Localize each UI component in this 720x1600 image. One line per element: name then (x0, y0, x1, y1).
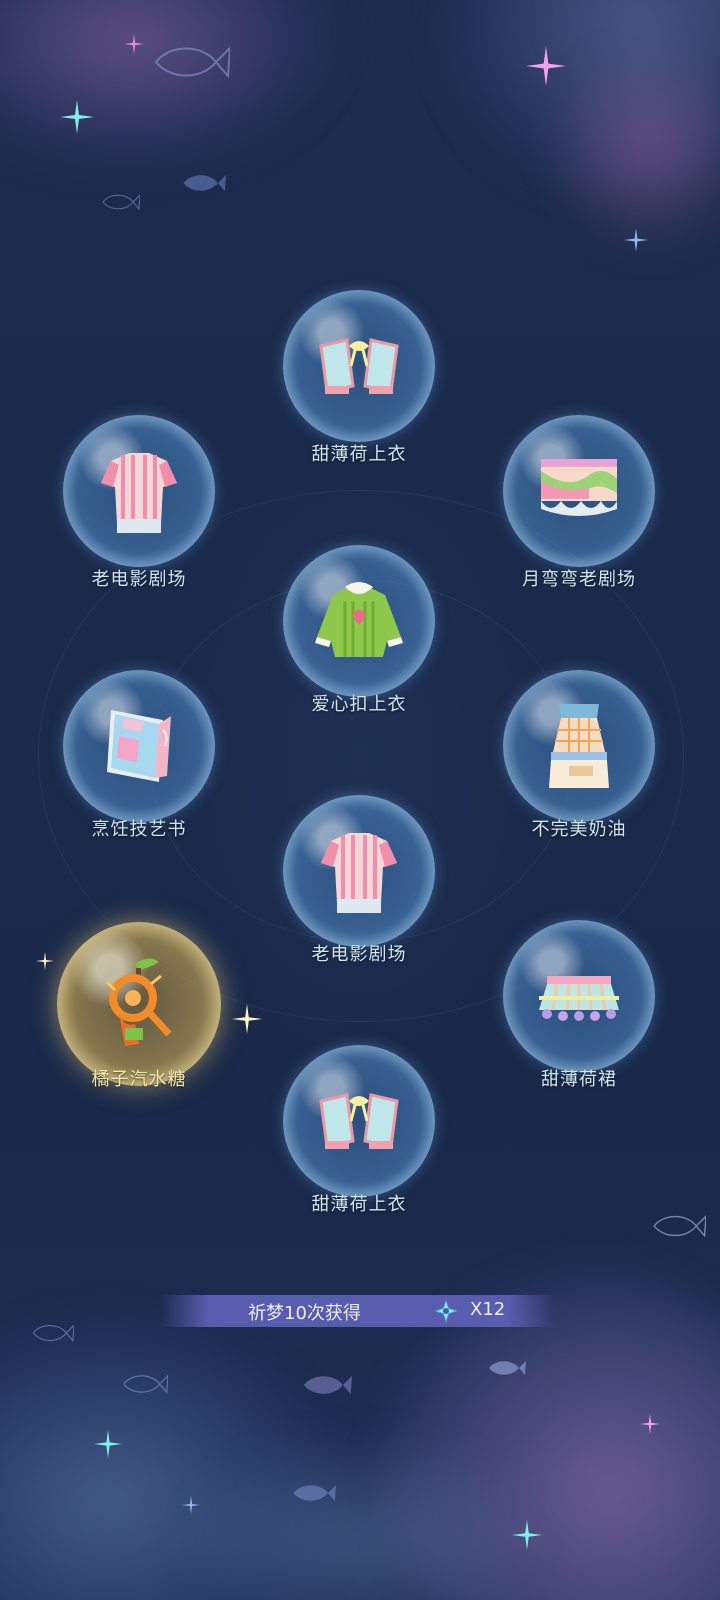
fish-icon (293, 1484, 336, 1502)
pink-striped-shirt-icon (101, 453, 177, 533)
nebula-cloud (0, 0, 340, 170)
prize-bubble-highlighted[interactable] (57, 922, 221, 1086)
sparkle-icon (36, 952, 54, 970)
fish-icon (303, 1375, 352, 1395)
prize-bubble[interactable] (503, 415, 655, 567)
fish-icon (122, 1374, 168, 1394)
prize-label: 烹饪技艺书 (91, 819, 187, 840)
pink-striped-shirt-icon (321, 833, 397, 913)
sparkle-icon (124, 34, 144, 54)
nebula-cloud (540, 40, 720, 260)
prize-label: 老电影剧场 (311, 944, 407, 965)
cooking-book-icon (107, 710, 171, 782)
sparkle-icon (94, 1430, 122, 1458)
crystal-star-icon (435, 1300, 457, 1322)
prize-label: 爱心扣上衣 (311, 694, 407, 715)
orange-soda-candy-icon (105, 958, 172, 1046)
fish-icon (653, 1215, 706, 1238)
mint-top-icon (319, 1093, 399, 1149)
sparkle-icon (526, 46, 566, 86)
mint-skirt-icon (539, 976, 619, 1021)
reward-count: X12 (470, 1299, 506, 1320)
prize-bubble[interactable] (63, 670, 215, 822)
prize-bubble[interactable] (503, 920, 655, 1072)
sparkle-icon (232, 1004, 262, 1034)
pink-green-skirt-icon (541, 459, 617, 516)
prize-bubble[interactable] (283, 545, 435, 697)
sparkle-icon (60, 100, 94, 134)
sparkle-icon (624, 228, 648, 252)
prize-bubble[interactable] (63, 415, 215, 567)
reward-banner: 祈梦10次获得 X12 (160, 1295, 555, 1327)
fish-icon (183, 174, 226, 192)
fish-icon (489, 1361, 526, 1375)
fish-icon (32, 1324, 74, 1343)
prize-label: 甜薄荷上衣 (311, 444, 407, 465)
prize-label: 不完美奶油 (531, 819, 627, 840)
reward-text: 祈梦10次获得 (248, 1303, 361, 1324)
sparkle-icon (182, 1496, 200, 1514)
prize-label: 甜薄荷裙 (541, 1069, 617, 1090)
prize-label: 老电影剧场 (91, 569, 187, 590)
green-heart-jacket-icon (315, 582, 403, 657)
prize-label: 月弯弯老剧场 (522, 569, 636, 590)
fish-icon (102, 194, 140, 211)
prize-bubble[interactable] (283, 290, 435, 442)
prize-label: 甜薄荷上衣 (311, 1194, 407, 1215)
nebula-cloud (0, 1320, 340, 1600)
nebula-cloud (180, 1430, 540, 1600)
prize-bubble[interactable] (503, 670, 655, 822)
mint-top-icon (319, 338, 399, 394)
prize-bubble[interactable] (283, 795, 435, 947)
plaid-dress-icon (549, 704, 609, 788)
fish-icon (154, 46, 230, 79)
sparkle-icon (512, 1520, 542, 1550)
prize-bubble[interactable] (283, 1045, 435, 1197)
sparkle-icon (640, 1414, 660, 1434)
nebula-cloud (440, 0, 720, 200)
prize-pool-screen: 甜薄荷上衣 老电影剧场 月弯弯老剧场 爱心扣上衣 烹饪技艺书 不完美奶油 老电影… (0, 0, 720, 1600)
prize-label: 橘子汽水糖 (91, 1069, 187, 1090)
